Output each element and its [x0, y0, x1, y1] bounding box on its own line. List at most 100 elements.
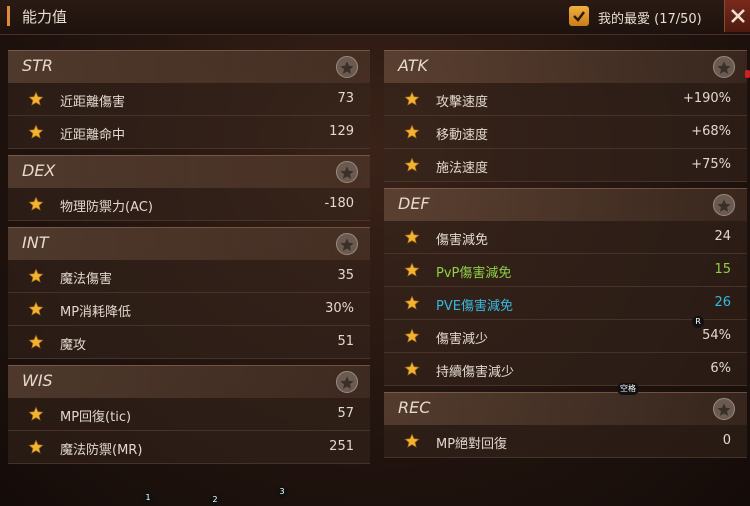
- section-favorite-button[interactable]: [336, 161, 358, 183]
- stat-value: 251: [329, 439, 354, 454]
- favorite-star-button[interactable]: [28, 406, 44, 422]
- section-title: ATK: [398, 56, 429, 75]
- star-icon: [28, 268, 44, 283]
- star-icon: [404, 433, 420, 448]
- left-column: STR 近距離傷害 73 近距離命中 129 DEX 物理防禦力(AC) -180 INT 魔法傷…: [8, 50, 370, 470]
- section-favorite-button[interactable]: [336, 371, 358, 393]
- stat-label: PVE傷害減免: [436, 299, 513, 314]
- stat-label: 攻擊速度: [436, 95, 489, 110]
- stat-value: 15: [714, 262, 731, 277]
- favorite-star-button[interactable]: [28, 196, 44, 212]
- section-header: INT: [8, 227, 370, 260]
- favorites-label[interactable]: 我的最愛 (17/50): [598, 8, 702, 27]
- section-favorite-button[interactable]: [336, 233, 358, 255]
- stat-row: 持續傷害減少 6%: [384, 353, 747, 386]
- stat-value: 51: [337, 334, 354, 349]
- section-favorite-button[interactable]: [336, 56, 358, 78]
- section-title: REC: [398, 398, 431, 417]
- stat-value: 24: [714, 229, 731, 244]
- stat-label: 傷害減少: [436, 332, 489, 347]
- stat-label: 移動速度: [436, 128, 489, 143]
- stat-value: +190%: [682, 91, 731, 106]
- star-outline-icon: [340, 238, 354, 251]
- stat-value: 0: [722, 433, 731, 448]
- section-favorite-button[interactable]: [713, 194, 735, 216]
- section-favorite-button[interactable]: [713, 56, 735, 78]
- stat-value: 26: [714, 295, 731, 310]
- favorite-star-button[interactable]: [404, 262, 420, 278]
- stat-row: MP絕對回復 0: [384, 425, 747, 458]
- stat-row: 魔法傷害 35: [8, 260, 370, 293]
- stat-value: +68%: [691, 124, 731, 139]
- section-title: WIS: [22, 371, 53, 390]
- favorite-star-button[interactable]: [404, 91, 420, 107]
- star-outline-icon: [717, 61, 731, 74]
- favorite-star-button[interactable]: [28, 439, 44, 455]
- close-button[interactable]: [724, 0, 750, 32]
- stat-label: MP絕對回復: [436, 437, 508, 452]
- overlay-marker-3: 3: [276, 486, 288, 498]
- overlay-marker-r: R: [692, 316, 704, 328]
- stat-label: 傷害減免: [436, 233, 489, 248]
- star-outline-icon: [340, 61, 354, 74]
- star-outline-icon: [717, 403, 731, 416]
- section-dex: DEX 物理防禦力(AC) -180: [8, 155, 370, 221]
- title-accent: [7, 6, 10, 26]
- stat-value: 129: [329, 124, 354, 139]
- stat-row: 傷害減免 24: [384, 221, 747, 254]
- star-outline-icon: [340, 166, 354, 179]
- star-icon: [404, 91, 420, 106]
- stat-label: 魔法傷害: [60, 272, 113, 287]
- favorite-star-button[interactable]: [404, 433, 420, 449]
- top-bar: 能力值 我的最愛 (17/50): [0, 0, 750, 35]
- section-str: STR 近距離傷害 73 近距離命中 129: [8, 50, 370, 149]
- stat-row: MP消耗降低 30%: [8, 293, 370, 326]
- stat-row: PVE傷害減免 26: [384, 287, 747, 320]
- stat-label: 持續傷害減少: [436, 365, 515, 380]
- favorite-star-button[interactable]: [28, 301, 44, 317]
- overlay-marker-2: 2: [209, 494, 221, 506]
- stat-row: 近距離傷害 73: [8, 83, 370, 116]
- star-icon: [28, 301, 44, 316]
- favorite-star-button[interactable]: [404, 124, 420, 140]
- star-icon: [28, 334, 44, 349]
- favorites-checkbox[interactable]: [569, 6, 589, 26]
- stat-label: 物理防禦力(AC): [60, 200, 153, 215]
- favorite-star-button[interactable]: [404, 295, 420, 311]
- favorite-star-button[interactable]: [28, 268, 44, 284]
- star-icon: [28, 196, 44, 211]
- stat-row: PvP傷害減免 15: [384, 254, 747, 287]
- section-header: STR: [8, 50, 370, 83]
- stat-value: 6%: [710, 361, 731, 376]
- favorite-star-button[interactable]: [28, 334, 44, 350]
- section-int: INT 魔法傷害 35 MP消耗降低 30% 魔攻 51: [8, 227, 370, 359]
- favorite-star-button[interactable]: [404, 361, 420, 377]
- star-icon: [404, 328, 420, 343]
- stat-row: 魔法防禦(MR) 251: [8, 431, 370, 464]
- section-title: DEX: [22, 161, 56, 180]
- section-def: DEF 傷害減免 24 PvP傷害減免 15 PVE傷害減免 26 傷害減少 54% 持續傷害減少…: [384, 188, 747, 386]
- window-title: 能力值: [22, 8, 68, 26]
- star-icon: [28, 91, 44, 106]
- section-header: DEF: [384, 188, 747, 221]
- star-icon: [404, 157, 420, 172]
- stat-label: MP回復(tic): [60, 410, 132, 425]
- favorite-star-button[interactable]: [28, 91, 44, 107]
- stat-row: 近距離命中 129: [8, 116, 370, 149]
- section-favorite-button[interactable]: [713, 398, 735, 420]
- section-header: DEX: [8, 155, 370, 188]
- edge-indicator: [745, 70, 750, 78]
- stat-value: 57: [337, 406, 354, 421]
- stat-label: 魔攻: [60, 338, 87, 353]
- stat-row: 移動速度 +68%: [384, 116, 747, 149]
- favorite-star-button[interactable]: [404, 229, 420, 245]
- stat-label: 近距離命中: [60, 128, 126, 143]
- stat-label: PvP傷害減免: [436, 266, 512, 281]
- stat-value: 73: [337, 91, 354, 106]
- overlay-marker-space: 空格: [617, 383, 639, 395]
- stat-row: MP回復(tic) 57: [8, 398, 370, 431]
- favorite-star-button[interactable]: [28, 124, 44, 140]
- star-icon: [404, 124, 420, 139]
- favorite-star-button[interactable]: [404, 157, 420, 173]
- favorite-star-button[interactable]: [404, 328, 420, 344]
